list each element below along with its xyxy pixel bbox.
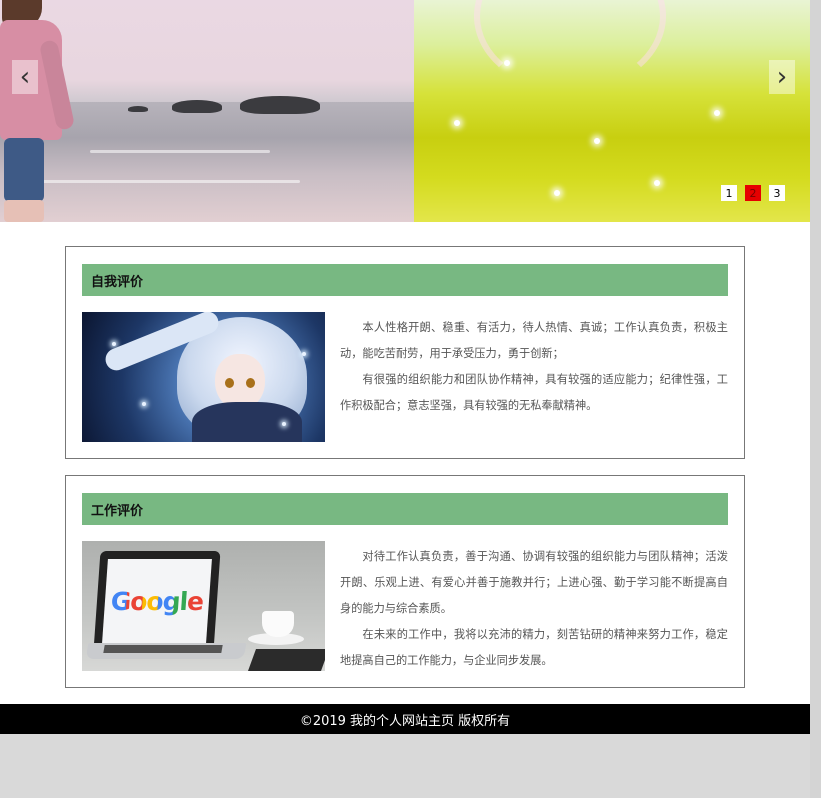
footer: ©2019 我的个人网站主页 版权所有 [0, 704, 810, 734]
sparkle-dot [504, 60, 510, 66]
sparkle-dot [594, 138, 600, 144]
image-slider: ‹ › 1 2 3 [0, 0, 810, 222]
slider-pagination: 1 2 3 [721, 185, 785, 201]
rock-shape [128, 106, 148, 112]
copyright-text: ©2019 我的个人网站主页 版权所有 [299, 713, 511, 729]
person-legs [4, 138, 44, 202]
work-evaluation-section: 工作评价 Google 对待工作认真负责，善于沟通、协调有较强的组织能力与团队精… [65, 475, 745, 688]
google-logo-text: Google [109, 586, 205, 616]
rock-shape [172, 100, 222, 113]
eye-shape [225, 378, 234, 388]
laptop-google-illustration: Google [82, 541, 325, 671]
chevron-left-icon: ‹ [19, 62, 31, 92]
slider-prev-button[interactable]: ‹ [12, 60, 38, 94]
laptop-keyboard [103, 645, 223, 653]
anime-girl-illustration [82, 312, 325, 442]
paragraph: 有很强的组织能力和团队协作精神，具有较强的适应能力；纪律性强，工作积极配合；意志… [340, 373, 728, 412]
sparkle-dot [142, 402, 146, 406]
page: ‹ › 1 2 3 自我评价 本人性格开朗、稳重、有活力，待人热情、真诚；工作认… [0, 0, 810, 734]
sparkle-dot [554, 190, 560, 196]
slider-next-button[interactable]: › [769, 60, 795, 94]
chevron-right-icon: › [776, 62, 788, 92]
self-evaluation-section: 自我评价 本人性格开朗、稳重、有活力，待人热情、真诚；工作认真负责，积极主动，能… [65, 246, 745, 459]
sparkle-dot [112, 342, 116, 346]
sparkle-dot [454, 120, 460, 126]
laptop-screen: Google [93, 551, 221, 651]
sparkle-dot [714, 110, 720, 116]
rock-shape [240, 96, 320, 114]
person-feet [4, 200, 44, 222]
section-title: 工作评价 [82, 493, 728, 525]
slider-page-3[interactable]: 3 [769, 185, 785, 201]
paragraph: 在未来的工作中，我将以充沛的精力，刻苦钻研的精神来努力工作，稳定地提高自己的工作… [340, 628, 728, 667]
section-text: 本人性格开朗、稳重、有活力，待人热情、真诚；工作认真负责，积极主动，能吃苦耐劳，… [340, 315, 728, 419]
sparkle-dot [282, 422, 286, 426]
section-title: 自我评价 [82, 264, 728, 296]
slider-page-1[interactable]: 1 [721, 185, 737, 201]
slide-beach-photo [0, 0, 414, 222]
scrollbar-track[interactable] [810, 0, 821, 798]
laptop-illustration: Google [82, 541, 325, 671]
slider-page-2[interactable]: 2 [745, 185, 761, 201]
laptop-display: Google [102, 559, 212, 643]
wave-line [40, 180, 300, 183]
wave-line [90, 150, 270, 153]
paragraph: 对待工作认真负责，善于沟通、协调有较强的组织能力与团队精神；活泼开朗、乐观上进、… [340, 550, 728, 615]
cup-shape [262, 611, 294, 637]
sparkle-dot [654, 180, 660, 186]
paragraph: 本人性格开朗、稳重、有活力，待人热情、真诚；工作认真负责，积极主动，能吃苦耐劳，… [340, 321, 728, 360]
eye-shape [246, 378, 255, 388]
anime-illustration [82, 312, 325, 442]
notebook-shape [247, 649, 325, 671]
rainbow-shape [474, 0, 666, 92]
sparkle-dot [302, 352, 306, 356]
section-text: 对待工作认真负责，善于沟通、协调有较强的组织能力与团队精神；活泼开朗、乐观上进、… [340, 544, 728, 674]
